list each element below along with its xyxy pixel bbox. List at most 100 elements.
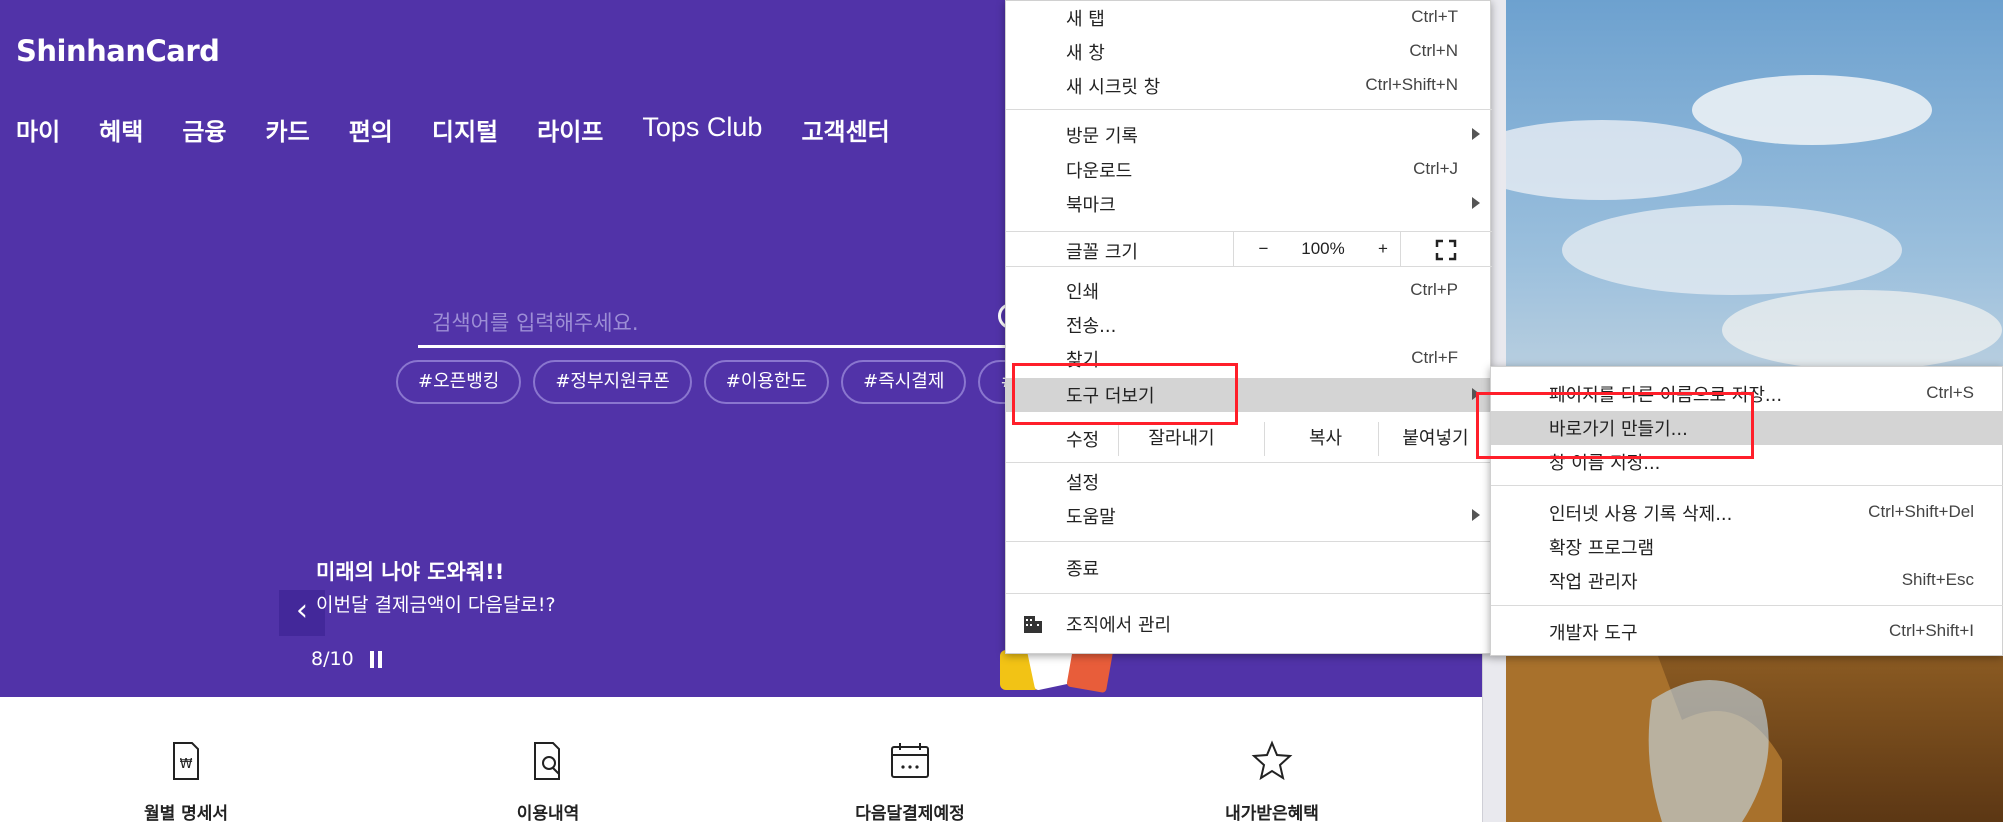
nav-item-finance[interactable]: 금융 [182, 112, 226, 147]
building-icon [1024, 616, 1042, 633]
submenu-clear-browsing-data[interactable]: 인터넷 사용 기록 삭제... Ctrl+Shift+Del [1491, 496, 2003, 530]
keyword-list: #오픈뱅킹 #정부지원쿠폰 #이용한도 #즉시결제 #리 [396, 360, 1066, 404]
calendar-icon [891, 743, 929, 778]
menu-shortcut: Ctrl+F [1411, 348, 1458, 367]
menu-settings[interactable]: 설정 [1006, 465, 1492, 499]
menu-incognito[interactable]: 새 시크릿 창 Ctrl+Shift+N [1006, 69, 1492, 103]
menu-label: 다운로드 [1066, 161, 1133, 182]
nav-item-card[interactable]: 카드 [266, 112, 310, 147]
menu-label: 인터넷 사용 기록 삭제... [1549, 504, 1733, 525]
paste-button[interactable]: 붙여넣기 [1378, 422, 1492, 456]
keyword-chip[interactable]: #즉시결제 [841, 360, 967, 404]
menu-shortcut: Ctrl+Shift+I [1888, 621, 1974, 640]
quick-menu-label: 이용내역 [516, 804, 580, 822]
quick-menu-benefits[interactable]: 내가받은혜택 [1162, 739, 1382, 822]
menu-label: 조직에서 관리 [1066, 615, 1172, 636]
submenu-arrow-icon [1472, 197, 1480, 209]
menu-shortcut: Ctrl+S [1926, 383, 1974, 402]
menu-label: 새 창 [1066, 43, 1105, 64]
site-logo[interactable]: ShinhanCard [16, 34, 220, 68]
menu-label: 확장 프로그램 [1549, 538, 1655, 559]
menu-help[interactable]: 도움말 [1006, 499, 1492, 533]
zoom-label: 글꼴 크기 [1066, 242, 1138, 263]
menu-label: 전송... [1066, 316, 1117, 337]
quick-menu-label: 다음달결제예정 [855, 804, 965, 822]
menu-exit[interactable]: 종료 [1006, 551, 1492, 585]
cut-button[interactable]: 잘라내기 [1118, 422, 1244, 456]
menu-managed-by-org[interactable]: 조직에서 관리 [1006, 607, 1492, 641]
menu-shortcut: Ctrl+T [1411, 7, 1458, 26]
quick-menu-label: 월별 명세서 [143, 804, 229, 822]
menu-cast[interactable]: 전송... [1006, 308, 1492, 342]
menu-label: 개발자 도구 [1549, 623, 1638, 644]
pause-icon[interactable] [370, 651, 382, 668]
quick-menu-next-payment[interactable]: 다음달결제예정 [800, 739, 1020, 822]
menu-label: 새 시크릿 창 [1066, 77, 1161, 98]
quick-menu: ₩ 월별 명세서 이용내역 다음달결제예정 내가받은혜택 [0, 697, 1482, 822]
annotation-box [1012, 363, 1238, 425]
search-input[interactable] [418, 288, 1018, 348]
menu-history[interactable]: 방문 기록 [1006, 118, 1492, 152]
chrome-menu: 새 탭 Ctrl+T 새 창 Ctrl+N 새 시크릿 창 Ctrl+Shift… [1005, 0, 1492, 654]
menu-label: 도움말 [1066, 507, 1116, 528]
quick-menu-statement[interactable]: ₩ 월별 명세서 [76, 739, 296, 822]
menu-shortcut: Ctrl+P [1410, 280, 1458, 299]
menu-print[interactable]: 인쇄 Ctrl+P [1006, 274, 1492, 308]
nav-item-tops-club[interactable]: Tops Club [642, 112, 762, 147]
nav-item-my[interactable]: 마이 [16, 112, 60, 147]
edit-label: 수정 [1066, 430, 1100, 451]
nav-item-customer-center[interactable]: 고객센터 [801, 112, 889, 147]
menu-label: 북마크 [1066, 195, 1116, 216]
edit-row: 수정 잘라내기 복사 붙여넣기 [1006, 422, 1492, 456]
nav-item-life[interactable]: 라이프 [537, 112, 603, 147]
zoom-row: 글꼴 크기 − 100% + [1006, 231, 1492, 267]
menu-label: 작업 관리자 [1549, 572, 1638, 593]
nav-item-convenience[interactable]: 편의 [349, 112, 393, 147]
copy-button[interactable]: 복사 [1264, 422, 1386, 456]
menu-shortcut: Ctrl+J [1413, 159, 1458, 178]
menu-shortcut: Ctrl+N [1409, 41, 1458, 60]
quick-menu-usage[interactable]: 이용내역 [438, 739, 658, 822]
keyword-chip[interactable]: #오픈뱅킹 [396, 360, 522, 404]
keyword-chip[interactable]: #정부지원쿠폰 [533, 360, 692, 404]
menu-new-tab[interactable]: 새 탭 Ctrl+T [1006, 1, 1492, 35]
keyword-chip[interactable]: #이용한도 [703, 360, 830, 404]
zoom-out-button[interactable]: − [1233, 232, 1293, 266]
nav-item-benefits[interactable]: 혜택 [99, 112, 143, 147]
global-nav: 마이 혜택 금융 카드 편의 디지털 라이프 Tops Club 고객센터 [16, 112, 929, 147]
menu-label: 종료 [1066, 559, 1100, 580]
promo-title[interactable]: 미래의 나야 도와줘!! [316, 556, 504, 586]
menu-label: 설정 [1066, 473, 1100, 494]
menu-shortcut: Ctrl+Shift+Del [1868, 502, 1974, 521]
menu-shortcut: Shift+Esc [1901, 570, 1974, 589]
search-document-icon [534, 742, 560, 780]
fullscreen-icon[interactable] [1400, 232, 1491, 266]
statement-icon: ₩ [173, 742, 199, 780]
nav-item-digital[interactable]: 디지털 [432, 112, 498, 147]
menu-label: 새 탭 [1066, 9, 1105, 30]
menu-divider [1006, 109, 1492, 110]
submenu-extensions[interactable]: 확장 프로그램 [1491, 530, 2003, 564]
slide-counter: 8/10 [311, 648, 354, 670]
menu-downloads[interactable]: 다운로드 Ctrl+J [1006, 153, 1492, 187]
submenu-arrow-icon [1472, 509, 1480, 521]
menu-label: 방문 기록 [1066, 126, 1138, 147]
svg-text:₩: ₩ [180, 757, 193, 772]
menu-divider [1491, 485, 2003, 486]
submenu-developer-tools[interactable]: 개발자 도구 Ctrl+Shift+I [1491, 615, 2003, 649]
annotation-box [1476, 392, 1754, 459]
menu-bookmarks[interactable]: 북마크 [1006, 187, 1492, 221]
promo-subtitle[interactable]: 이번달 결제금액이 다음달로!? [316, 590, 556, 617]
menu-divider [1491, 605, 2003, 606]
zoom-level: 100% [1301, 239, 1345, 258]
menu-new-window[interactable]: 새 창 Ctrl+N [1006, 35, 1492, 69]
menu-shortcut: Ctrl+Shift+N [1365, 75, 1458, 94]
menu-divider [1006, 462, 1492, 463]
submenu-arrow-icon [1472, 128, 1480, 140]
submenu-task-manager[interactable]: 작업 관리자 Shift+Esc [1491, 564, 2003, 598]
star-icon [1251, 740, 1293, 781]
menu-label: 인쇄 [1066, 282, 1100, 303]
menu-divider [1006, 541, 1492, 542]
menu-divider [1006, 593, 1492, 594]
quick-menu-label: 내가받은혜택 [1225, 804, 1319, 822]
